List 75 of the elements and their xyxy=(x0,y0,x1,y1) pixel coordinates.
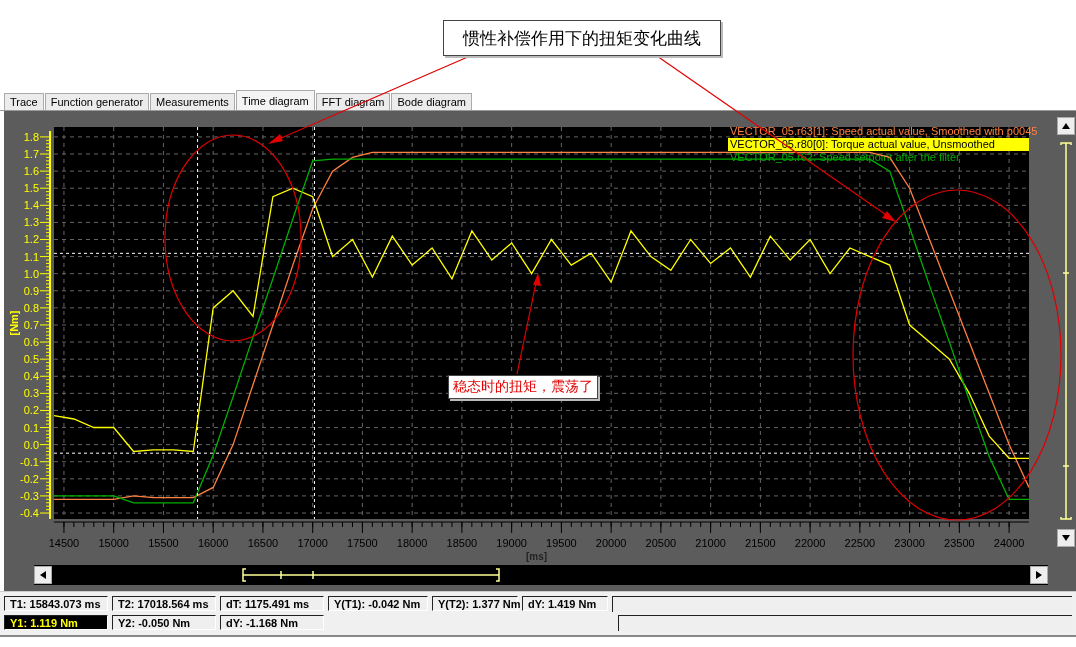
y-tick-label: 0.1 xyxy=(23,421,39,434)
y-tick-label: 1.7 xyxy=(23,148,39,160)
x-tick-label: 14500 xyxy=(48,537,80,549)
zoom-range-handle[interactable] xyxy=(241,567,501,583)
status-field: dY: -1.168 Nm xyxy=(220,615,324,630)
right-arrow-icon xyxy=(1036,571,1042,579)
x-tick-label: 21000 xyxy=(695,537,726,549)
scroll-left-button[interactable] xyxy=(34,566,52,584)
x-tick-label: 15500 xyxy=(148,537,179,549)
y-tick-label: 1.5 xyxy=(23,182,39,195)
x-tick-label: 19000 xyxy=(496,537,527,549)
y-tick-label: 0.5 xyxy=(23,353,39,366)
y-tick-label: 1.8 xyxy=(23,130,39,143)
callout-label: 惯性补偿作用下的扭矩变化曲线 xyxy=(443,20,721,56)
y-tick-label: 0.3 xyxy=(23,387,39,400)
x-tick-label: 17500 xyxy=(347,537,378,549)
tab[interactable]: Function generator xyxy=(44,93,150,110)
up-arrow-icon xyxy=(1062,123,1070,129)
x-tick-label: 17000 xyxy=(297,537,328,549)
scroll-down-button[interactable] xyxy=(1057,529,1075,547)
y-tick-label: 0.4 xyxy=(23,370,39,383)
status-field: dT: 1175.491 ms xyxy=(220,596,324,611)
status-field: Y1: 1.119 Nm xyxy=(4,615,108,630)
cursor-line[interactable] xyxy=(313,127,315,519)
y-tick-label: 0.7 xyxy=(23,318,39,331)
down-arrow-icon xyxy=(1062,535,1070,541)
x-tick-label: 20000 xyxy=(595,537,627,549)
left-arrow-icon xyxy=(40,571,46,579)
y-tick-label: 1.2 xyxy=(23,233,39,246)
cursor-line[interactable] xyxy=(54,452,1029,454)
y-axis-label: [Nm] xyxy=(8,310,20,336)
x-tick-label: 22000 xyxy=(794,537,826,549)
y-tick-label: 0.9 xyxy=(23,284,39,297)
status-field: dY: 1.419 Nm xyxy=(522,596,608,611)
status-field: Y2: -0.050 Nm xyxy=(112,615,216,630)
x-tick-label: 20500 xyxy=(645,537,677,549)
y-tick-label: -0.2 xyxy=(20,472,39,485)
y-tick-label: -0.1 xyxy=(20,455,39,468)
y-tick-label: 1.1 xyxy=(23,250,39,263)
x-tick-label: 18000 xyxy=(396,537,428,549)
x-tick-label: 19500 xyxy=(546,537,577,549)
tab[interactable]: Trace xyxy=(4,93,44,110)
tab[interactable]: Time diagram xyxy=(235,90,315,110)
tab[interactable]: Bode diagram xyxy=(391,93,472,110)
x-tick-label: 15000 xyxy=(98,537,129,549)
x-tick-label: 16500 xyxy=(247,537,279,549)
scroll-right-button[interactable] xyxy=(1030,566,1048,584)
y-tick-label: 1.4 xyxy=(23,199,39,212)
cursor-line[interactable] xyxy=(54,252,1029,254)
y-tick-label: -0.4 xyxy=(20,507,39,519)
x-tick-label: 18500 xyxy=(446,537,478,549)
vertical-range-handle[interactable] xyxy=(1059,141,1073,521)
status-field: Y(T1): -0.042 Nm xyxy=(328,596,428,611)
status-field: T1: 15843.073 ms xyxy=(4,596,108,611)
tab[interactable]: Measurements xyxy=(150,93,235,110)
x-tick-label: 22500 xyxy=(844,537,876,549)
y-tick-label: 0.2 xyxy=(23,404,39,417)
status-field: T2: 17018.564 ms xyxy=(112,596,216,611)
scroll-up-button[interactable] xyxy=(1057,117,1075,135)
y-tick-label: 1.6 xyxy=(23,165,39,178)
y-tick-label: 1.0 xyxy=(23,267,39,280)
y-tick-label: 1.3 xyxy=(23,216,39,229)
y-tick-label: 0.8 xyxy=(23,301,39,314)
x-tick-label: 23500 xyxy=(944,537,975,549)
x-tick-label: 24000 xyxy=(993,537,1025,549)
annotation-note: 稳态时的扭矩，震荡了 xyxy=(448,375,598,399)
x-tick-label: 21500 xyxy=(745,537,776,549)
status-field: Y(T2): 1.377 Nm xyxy=(432,596,518,611)
y-tick-label: 0.0 xyxy=(23,438,39,451)
x-axis-label: [ms] xyxy=(525,551,548,562)
y-tick-label: -0.3 xyxy=(20,489,39,502)
cursor-line[interactable] xyxy=(197,127,199,519)
y-tick-label: 0.6 xyxy=(23,336,39,349)
x-tick-label: 23000 xyxy=(894,537,925,549)
x-tick-label: 16000 xyxy=(197,537,229,549)
